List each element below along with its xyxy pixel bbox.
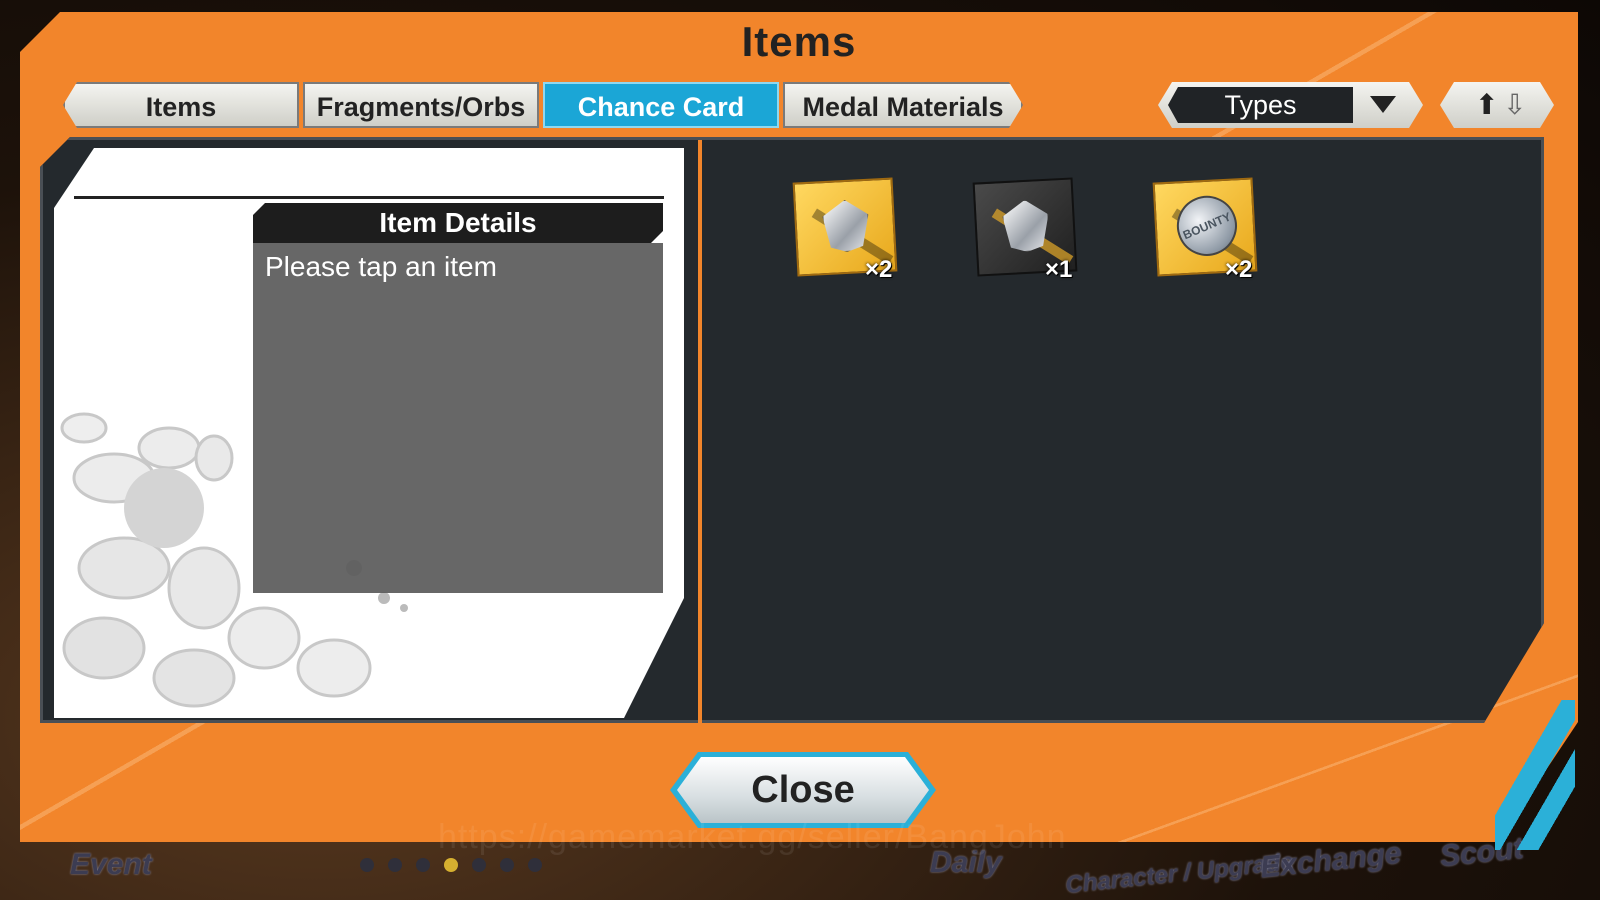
- item-details-body: Please tap an item: [253, 243, 663, 593]
- tab-items[interactable]: Items: [63, 82, 299, 128]
- corner-accent: [1495, 700, 1575, 850]
- item-details-header: Item Details: [253, 203, 663, 243]
- inventory-item[interactable]: ×1: [972, 177, 1078, 283]
- item-quantity: ×2: [865, 256, 893, 283]
- item-quantity: ×1: [1045, 256, 1073, 283]
- close-button[interactable]: Close: [670, 752, 936, 828]
- tab-bar: Items Fragments/Orbs Chance Card Medal M…: [63, 82, 1023, 128]
- detail-divider-line: [74, 196, 664, 199]
- nav-event: Event: [70, 848, 152, 881]
- chevron-down-icon: [1370, 96, 1396, 113]
- inventory-item[interactable]: ×2: [792, 177, 898, 283]
- arrow-down-icon: ⇩: [1503, 89, 1527, 120]
- watermark: https://gamemarket.gg/seller/BangJohn: [438, 818, 1067, 856]
- inventory-item[interactable]: BOUNTY ×2: [1152, 177, 1258, 283]
- sort-order-button[interactable]: ⬆ ⇩: [1440, 82, 1554, 128]
- panel-divider: [698, 140, 702, 725]
- dialog-title: Items: [741, 18, 857, 65]
- nav-exchange: Exchange: [1258, 836, 1404, 885]
- tab-fragments-orbs[interactable]: Fragments/Orbs: [303, 82, 539, 128]
- item-detail-card: Item Details Please tap an item: [54, 148, 684, 718]
- tab-chance-card[interactable]: Chance Card: [543, 82, 779, 128]
- arrow-up-icon: ⬆: [1475, 89, 1499, 120]
- types-filter-label: Types: [1168, 87, 1353, 123]
- tab-medal-materials[interactable]: Medal Materials: [783, 82, 1023, 128]
- item-details-message: Please tap an item: [265, 251, 497, 282]
- page-dots: [360, 858, 542, 872]
- types-filter-dropdown[interactable]: Types: [1158, 82, 1423, 128]
- item-quantity: ×2: [1225, 256, 1253, 283]
- close-button-label: Close: [677, 757, 929, 823]
